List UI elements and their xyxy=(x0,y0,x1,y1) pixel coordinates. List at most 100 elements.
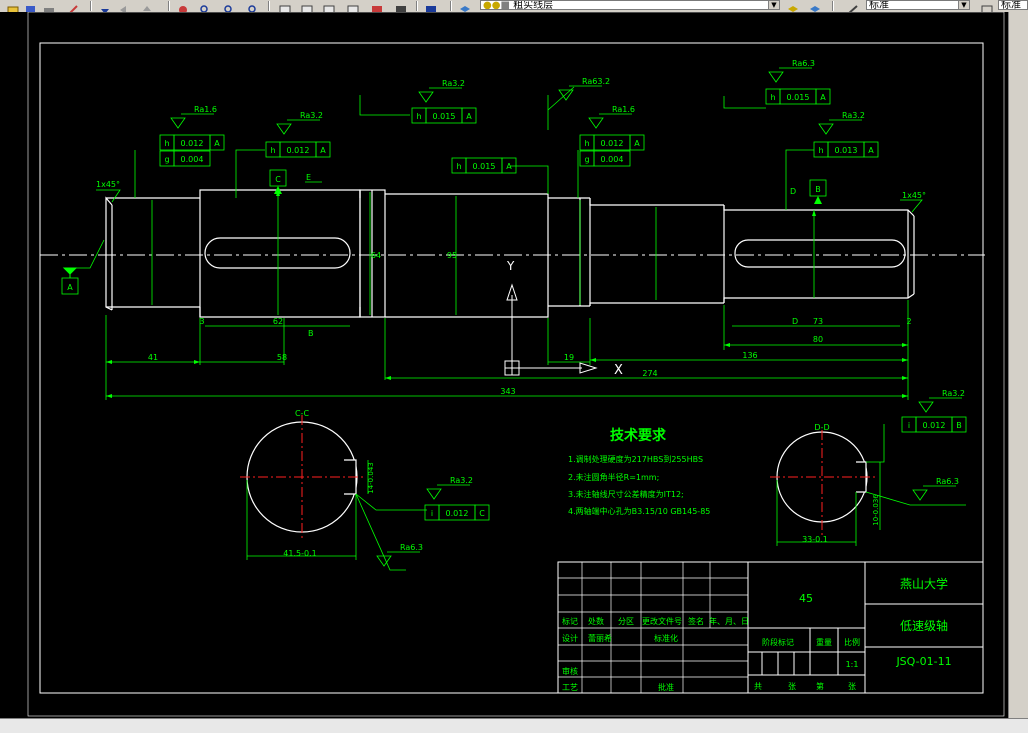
horizontal-scrollbar[interactable] xyxy=(0,718,1028,733)
fcf-cell-text: C xyxy=(479,509,485,518)
section-d-width: 33-0.1 xyxy=(802,535,828,544)
chamfer-leaders xyxy=(96,189,923,213)
arrow-left-icon[interactable] xyxy=(118,0,132,12)
fcf-cell-text: A xyxy=(634,139,640,148)
tech-item-2: 2.未注圆角半径R=1mm; xyxy=(568,472,659,482)
dim-style-icon[interactable] xyxy=(980,0,994,12)
tech-item-3: 3.未注轴线尺寸公差精度为IT12; xyxy=(568,489,684,499)
fcf-cell-text: 0.012 xyxy=(446,509,469,518)
text-style-combo[interactable]: 标准 ▼ xyxy=(866,0,970,10)
drawing-canvas[interactable]: 62 41 58 343 19 274 136 73 80 3 2 95 64 … xyxy=(18,11,1008,718)
chevron-down-icon[interactable]: ▼ xyxy=(958,1,969,9)
roughness-text: Ra6.3 xyxy=(936,477,959,486)
roughness-text: Ra63.2 xyxy=(582,77,610,86)
label-d: D xyxy=(790,187,796,196)
section-d-height: 10-0.036 xyxy=(872,494,880,526)
fcf-cell-text: g xyxy=(584,155,589,164)
sheet-set-icon[interactable] xyxy=(346,0,360,12)
label-b: B xyxy=(308,329,314,338)
roughness-mark xyxy=(418,87,462,103)
dim-95: 95 xyxy=(447,251,457,260)
tb-designer: 蕾丽希 xyxy=(588,633,612,643)
tb-weight: 重量 xyxy=(816,637,832,647)
layers-icon[interactable] xyxy=(458,0,472,12)
section-c-height: 14-0.043 xyxy=(367,462,375,493)
dim-41: 41 xyxy=(148,353,158,362)
tech-title: 技术要求 xyxy=(610,427,667,444)
fcf-cell-text: A xyxy=(506,162,512,171)
label-d2: D xyxy=(792,317,798,326)
fcf-cell-text: 0.012 xyxy=(923,421,946,430)
shaft-outline xyxy=(105,189,915,318)
dim-73: 73 xyxy=(813,317,823,326)
brush-icon[interactable] xyxy=(66,0,80,12)
fcf-cell-text: 0.015 xyxy=(787,93,810,102)
layer-states-icon[interactable] xyxy=(808,0,822,12)
print-icon[interactable] xyxy=(42,0,56,12)
roughness-text: Ra6.3 xyxy=(792,59,815,68)
tb-process: 工艺 xyxy=(562,683,578,692)
section-c: C-C 41.5-0.1 14-0.043 xyxy=(240,409,427,571)
calculator-icon[interactable] xyxy=(394,0,408,12)
dim-style-combo[interactable]: 标准 xyxy=(998,0,1028,10)
zoom-window-icon[interactable] xyxy=(222,0,236,12)
drawing-viewport[interactable]: 62 41 58 343 19 274 136 73 80 3 2 95 64 … xyxy=(18,11,1008,718)
roughness-mark xyxy=(276,119,320,135)
markup-icon[interactable] xyxy=(370,0,384,12)
zoom-all-icon[interactable] xyxy=(246,0,260,12)
roughness-text: Ra3.2 xyxy=(942,389,965,398)
tb-approve: 批准 xyxy=(658,682,674,692)
fcf-cell-text: h xyxy=(770,93,775,102)
tb-label-date: 年、月、日 xyxy=(709,616,749,626)
datum-b-label: B xyxy=(815,185,821,194)
fcf-cell-text: A xyxy=(214,139,220,148)
dim-343: 343 xyxy=(500,387,515,396)
layer-previous-icon[interactable] xyxy=(786,0,800,12)
fcf-cell-text: h xyxy=(584,139,589,148)
layer-combo[interactable]: ●●■ 粗实线层 ▼ xyxy=(480,0,780,10)
design-center-icon[interactable] xyxy=(300,0,314,12)
dim-136: 136 xyxy=(742,351,757,360)
section-c-width: 41.5-0.1 xyxy=(283,549,316,558)
vertical-scrollbar[interactable] xyxy=(1008,12,1028,718)
pan-icon[interactable] xyxy=(176,0,190,12)
fcf-cell-text: A xyxy=(466,112,472,121)
roughness-mark xyxy=(768,67,812,83)
roughness-mark xyxy=(818,119,862,135)
fcf-cell-text: 0.004 xyxy=(601,155,624,164)
tb-label-qianming: 签名 xyxy=(688,616,704,626)
tool-palette-icon[interactable] xyxy=(322,0,336,12)
zoom-icon[interactable] xyxy=(198,0,212,12)
tb-sheets-zhang2: 张 xyxy=(848,682,856,691)
roughness-text: Ra3.2 xyxy=(842,111,865,120)
fcf-cell-text: 0.012 xyxy=(181,139,204,148)
save-icon[interactable] xyxy=(24,0,38,12)
tb-material: 45 xyxy=(799,592,813,605)
text-style-icon[interactable] xyxy=(846,0,860,12)
fcf-cell-text: g xyxy=(164,155,169,164)
fcf-cell-text: 0.004 xyxy=(181,155,204,164)
dim-80: 80 xyxy=(813,335,823,344)
tb-drawing-no: JSQ-01-11 xyxy=(895,655,951,668)
chevron-down-icon[interactable]: ▼ xyxy=(768,1,779,9)
leaders xyxy=(134,86,814,210)
dim-style-value: 标准 xyxy=(1001,0,1021,10)
fcf-cell-text: A xyxy=(868,146,874,155)
properties-icon[interactable] xyxy=(278,0,292,12)
roughness-text: Ra1.6 xyxy=(194,105,217,114)
open-icon[interactable] xyxy=(6,0,20,12)
fcf-cell-text: 0.015 xyxy=(473,162,496,171)
fcf-cell-text: 0.013 xyxy=(835,146,858,155)
datum-symbols: A C B E B D D xyxy=(61,169,827,338)
fcf-cell-text: i xyxy=(431,509,433,518)
roughness-text: Ra1.6 xyxy=(612,105,635,114)
roughness-text: Ra6.3 xyxy=(400,543,423,552)
arrow-down-icon[interactable] xyxy=(98,0,112,12)
fcf-cell-text: 0.012 xyxy=(287,146,310,155)
fcf-cell-text: h xyxy=(270,146,275,155)
tb-scale: 1:1 xyxy=(846,660,859,669)
arrow-up-icon[interactable] xyxy=(140,0,154,11)
help-icon[interactable] xyxy=(424,0,438,12)
fcf-cell-text: h xyxy=(416,112,421,121)
dim-274: 274 xyxy=(642,369,657,378)
